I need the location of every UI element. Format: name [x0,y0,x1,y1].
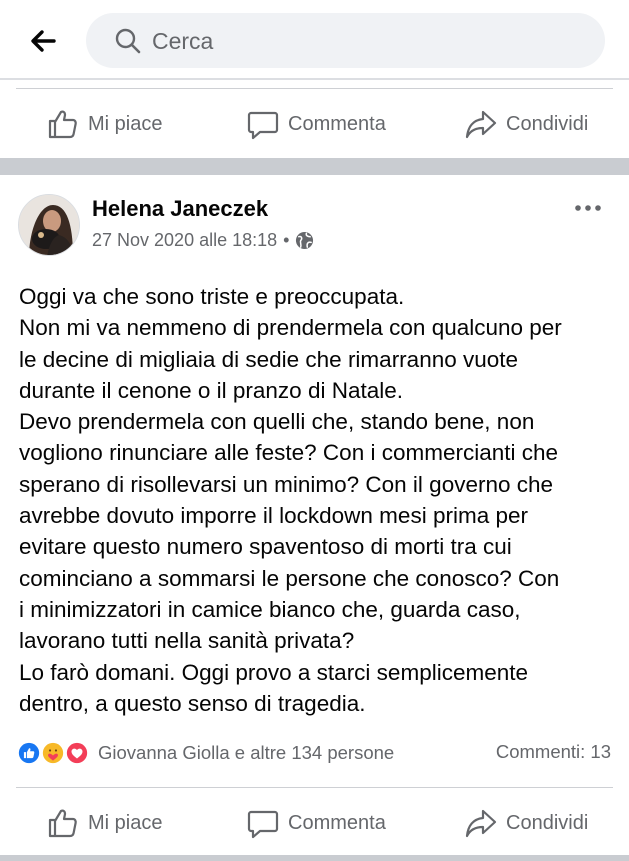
divider [16,88,613,89]
share-arrow-icon [465,809,497,838]
comment-label: Commenta [288,112,386,135]
share-label: Condividi [506,112,589,135]
post-text-line: Non mi va nemmeno di prendermela con qua… [19,315,562,341]
like-button[interactable]: Mi piace [46,106,162,142]
avatar[interactable] [18,194,80,256]
action-bar-previous-post: Mi piace Commenta Condividi [0,88,629,160]
feed-separator [0,855,629,861]
search-icon [115,28,141,54]
love-icon [64,740,90,766]
post-text-line: sperano di risollevarsi un minimo? Con i… [19,471,554,497]
share-arrow-icon [465,110,497,139]
thumbs-up-icon [48,110,77,139]
comment-button[interactable]: Commenta [246,106,386,142]
share-button[interactable]: Condividi [464,805,588,841]
post-text-line: Oggi va che sono triste e preoccupata. [19,284,405,309]
comments-count[interactable]: Commenti: 13 [496,741,611,763]
globe-icon [296,231,314,250]
feed-separator [0,158,629,175]
topbar-divider [0,78,629,80]
post-text-line: durante il cenone o il pranzo di Natale. [19,377,403,403]
post-text-line: vogliono rinunciare alle feste? Con i co… [19,440,559,466]
like-button[interactable]: Mi piace [46,805,162,841]
like-label: Mi piace [88,811,163,834]
comment-bubble-icon [247,111,279,140]
divider [16,787,613,788]
post-text: Oggi va che sono triste e preoccupata. N… [19,281,619,719]
search-box[interactable] [86,13,605,68]
post-text-line: Devo prendermela con quelli che, stando … [19,409,535,435]
reactions-text: Giovanna Giolla e altre 134 persone [98,742,395,763]
action-bar: Mi piace Commenta Condividi [0,787,629,859]
post-text-line: Lo farò domani. Oggi provo a starci semp… [19,659,528,685]
care-icon [40,740,66,766]
meta-separator: • [283,230,290,250]
search-input[interactable] [152,23,572,59]
post-timestamp[interactable]: 27 Nov 2020 alle 18:18 [92,230,277,251]
comment-label: Commenta [288,811,386,834]
post-text-line: evitare questo numero spaventoso di mort… [19,534,512,560]
post-author-name[interactable]: Helena Janeczek [92,196,268,222]
post-text-line: cominciano a sommarsi le persone che con… [19,565,560,591]
post-meta: 27 Nov 2020 alle 18:18 • [92,230,314,251]
share-button[interactable]: Condividi [464,106,588,142]
back-arrow-icon[interactable] [26,24,60,58]
post-text-line: dentro, a questo senso di tragedia. [19,690,366,716]
reaction-icons [16,740,94,766]
like-label: Mi piace [88,112,163,135]
more-options-icon[interactable] [572,196,604,220]
post-text-line: le decine di migliaia di sedie che rimar… [19,346,519,372]
like-icon [16,740,42,766]
comment-bubble-icon [247,810,279,839]
comment-button[interactable]: Commenta [246,805,386,841]
reactions-summary[interactable]: Giovanna Giolla e altre 134 persone [16,740,394,766]
post-text-line: i minimizzatori in camice bianco che, gu… [19,596,521,622]
post-text-line: avrebbe dovuto imporre il lockdown mesi … [19,503,528,529]
share-label: Condividi [506,811,589,834]
top-search-bar [0,0,629,78]
post-text-line: lavorano tutti nella sanità privata? [19,628,355,654]
thumbs-up-icon [48,809,77,838]
